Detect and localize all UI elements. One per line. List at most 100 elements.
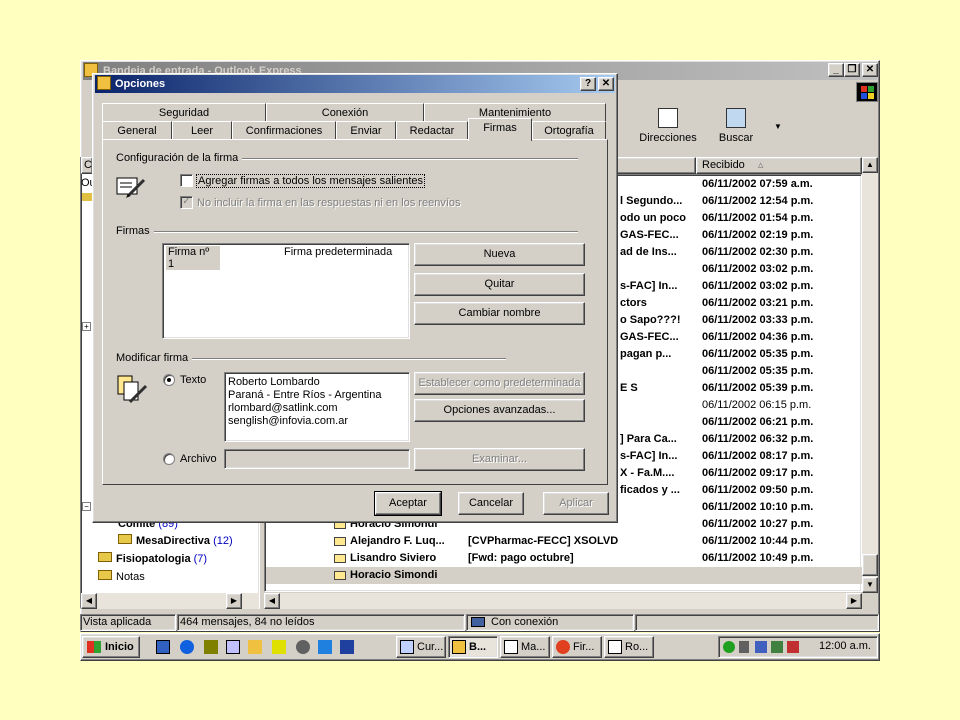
expand-icon[interactable]: +	[82, 322, 91, 331]
message-subject[interactable]	[620, 397, 696, 414]
collapse-icon[interactable]: −	[82, 502, 91, 511]
message-date[interactable]: 06/11/2002 12:54 p.m.	[702, 193, 813, 210]
message-date[interactable]: 06/11/2002 10:49 p.m.	[702, 550, 813, 567]
tab-redactar[interactable]: Redactar	[396, 121, 468, 140]
message-subject[interactable]: ctors	[620, 295, 696, 312]
tray-icon[interactable]	[755, 641, 767, 653]
quitar-button[interactable]: Quitar	[414, 273, 585, 296]
opciones-avanzadas-button[interactable]: Opciones avanzadas...	[414, 399, 585, 422]
task-button-ro[interactable]: Ro...	[604, 636, 654, 658]
message-date[interactable]: 06/11/2002 08:17 p.m.	[702, 448, 813, 465]
message-date[interactable]: 06/11/2002 10:44 p.m.	[702, 533, 813, 550]
message-subject[interactable]: odo un poco	[620, 210, 696, 227]
folder-scroll-right[interactable]: ▶	[226, 593, 242, 609]
buscar-dropdown-icon[interactable]: ▼	[774, 122, 782, 131]
tab-conexion[interactable]: Conexión	[266, 103, 424, 122]
tray-icon[interactable]	[787, 641, 799, 653]
column-header-recibido[interactable]: Recibido ▵	[696, 157, 862, 174]
message-date[interactable]: 06/11/2002 06:32 p.m.	[702, 431, 813, 448]
task-button-fir[interactable]: Fir...	[552, 636, 602, 658]
message-date[interactable]: 06/11/2002 09:50 p.m.	[702, 482, 813, 499]
message-list-scrollbar[interactable]	[862, 173, 878, 593]
column-header-from[interactable]	[614, 157, 696, 174]
signature-item-name[interactable]: Firma nº 1	[166, 246, 220, 270]
tab-firmas[interactable]: Firmas	[468, 118, 532, 141]
quicklaunch-ie-icon[interactable]	[180, 640, 194, 654]
tab-seguridad[interactable]: Seguridad	[102, 103, 266, 122]
message-subject[interactable]: ] Para Ca...	[620, 431, 696, 448]
folder-scroll-left[interactable]: ◀	[81, 593, 97, 609]
tray-icon[interactable]	[771, 641, 783, 653]
message-subject[interactable]	[620, 363, 696, 380]
scroll-up-button[interactable]: ▲	[862, 157, 878, 173]
folder-item-notas[interactable]: Notas	[98, 569, 145, 586]
direcciones-toolbar-button[interactable]: Direcciones	[632, 106, 704, 150]
message-date[interactable]: 06/11/2002 05:35 p.m.	[702, 346, 813, 363]
message-subject[interactable]: [CVPharmac-FECC] XSOLVD	[468, 533, 618, 550]
quicklaunch-desktop-icon[interactable]	[156, 640, 170, 654]
tab-leer[interactable]: Leer	[172, 121, 232, 140]
quicklaunch-app-icon[interactable]	[340, 640, 354, 654]
message-subject[interactable]: GAS-FEC...	[620, 329, 696, 346]
message-date[interactable]: 06/11/2002 10:27 p.m.	[702, 516, 813, 533]
archivo-label[interactable]: Archivo	[180, 453, 217, 465]
message-date[interactable]: 06/11/2002 02:30 p.m.	[702, 244, 813, 261]
message-subject[interactable]: GAS-FEC...	[620, 227, 696, 244]
message-date[interactable]: 06/11/2002 05:39 p.m.	[702, 380, 813, 397]
message-subject[interactable]: l Segundo...	[620, 193, 696, 210]
tab-enviar[interactable]: Enviar	[336, 121, 396, 140]
folder-item-fisiopatologia[interactable]: Fisiopatologia (7)	[98, 551, 207, 568]
task-button-bandeja[interactable]: B...	[448, 636, 498, 658]
aceptar-button[interactable]: Aceptar	[374, 491, 442, 516]
quicklaunch-app-icon[interactable]	[248, 640, 262, 654]
task-button-cur[interactable]: Cur...	[396, 636, 446, 658]
tab-confirmaciones[interactable]: Confirmaciones	[232, 121, 336, 140]
message-row-selected[interactable]: Horacio Simondi	[334, 567, 437, 584]
message-subject[interactable]: X - Fa.M....	[620, 465, 696, 482]
quicklaunch-app-icon[interactable]	[204, 640, 218, 654]
message-date[interactable]: 06/11/2002 06:15 p.m.	[702, 397, 811, 414]
scroll-down-button[interactable]: ▼	[862, 577, 878, 593]
message-date[interactable]: 06/11/2002 10:10 p.m.	[702, 499, 813, 516]
message-date[interactable]: 06/11/2002 04:36 p.m.	[702, 329, 813, 346]
scroll-thumb[interactable]	[862, 554, 878, 576]
examinar-button[interactable]: Examinar...	[414, 448, 585, 471]
add-signature-checkbox[interactable]	[180, 174, 193, 187]
cancelar-button[interactable]: Cancelar	[458, 492, 524, 515]
buscar-toolbar-button[interactable]: Buscar	[710, 106, 762, 150]
tab-general[interactable]: General	[102, 121, 172, 140]
message-row[interactable]: Alejandro F. Luq...	[334, 533, 445, 550]
message-date[interactable]: 06/11/2002 05:35 p.m.	[702, 363, 813, 380]
message-date[interactable]: 06/11/2002 03:21 p.m.	[702, 295, 813, 312]
quicklaunch-app-icon[interactable]	[272, 640, 286, 654]
message-date[interactable]: 06/11/2002 07:59 a.m.	[702, 176, 813, 193]
add-signature-label[interactable]: Agregar firmas a todos los mensajes sali…	[196, 174, 425, 188]
tray-icon[interactable]	[723, 641, 735, 653]
quicklaunch-app-icon[interactable]	[296, 640, 310, 654]
maximize-button[interactable]: ❐	[844, 63, 860, 77]
message-subject[interactable]: pagan p...	[620, 346, 696, 363]
help-button[interactable]: ?	[580, 77, 596, 91]
nueva-button[interactable]: Nueva	[414, 243, 585, 266]
texto-radio[interactable]	[163, 374, 175, 386]
message-subject[interactable]: s-FAC] In...	[620, 448, 696, 465]
message-date[interactable]: 06/11/2002 03:02 p.m.	[702, 278, 813, 295]
signature-text-area[interactable]: Roberto Lombardo Paraná - Entre Ríos - A…	[224, 372, 410, 442]
task-button-ma[interactable]: Ma...	[500, 636, 550, 658]
minimize-button[interactable]: _	[828, 63, 844, 77]
message-subject[interactable]: E S	[620, 380, 696, 397]
message-date[interactable]: 06/11/2002 03:02 p.m.	[702, 261, 813, 278]
message-subject[interactable]	[620, 261, 696, 278]
message-date[interactable]: 06/11/2002 02:19 p.m.	[702, 227, 813, 244]
message-subject[interactable]	[620, 414, 696, 431]
establecer-predeterminada-button[interactable]: Establecer como predeterminada	[414, 372, 585, 395]
archivo-radio[interactable]	[163, 453, 175, 465]
tab-ortografia[interactable]: Ortografía	[532, 121, 606, 140]
dialog-close-button[interactable]: ✕	[598, 77, 614, 91]
message-row[interactable]: Lisandro Siviero	[334, 550, 436, 567]
message-date[interactable]: 06/11/2002 01:54 p.m.	[702, 210, 813, 227]
aplicar-button[interactable]: Aplicar	[543, 492, 609, 515]
message-subject[interactable]: [Fwd: pago octubre]	[468, 550, 574, 567]
cambiar-nombre-button[interactable]: Cambiar nombre	[414, 302, 585, 325]
volume-icon[interactable]	[739, 641, 749, 653]
